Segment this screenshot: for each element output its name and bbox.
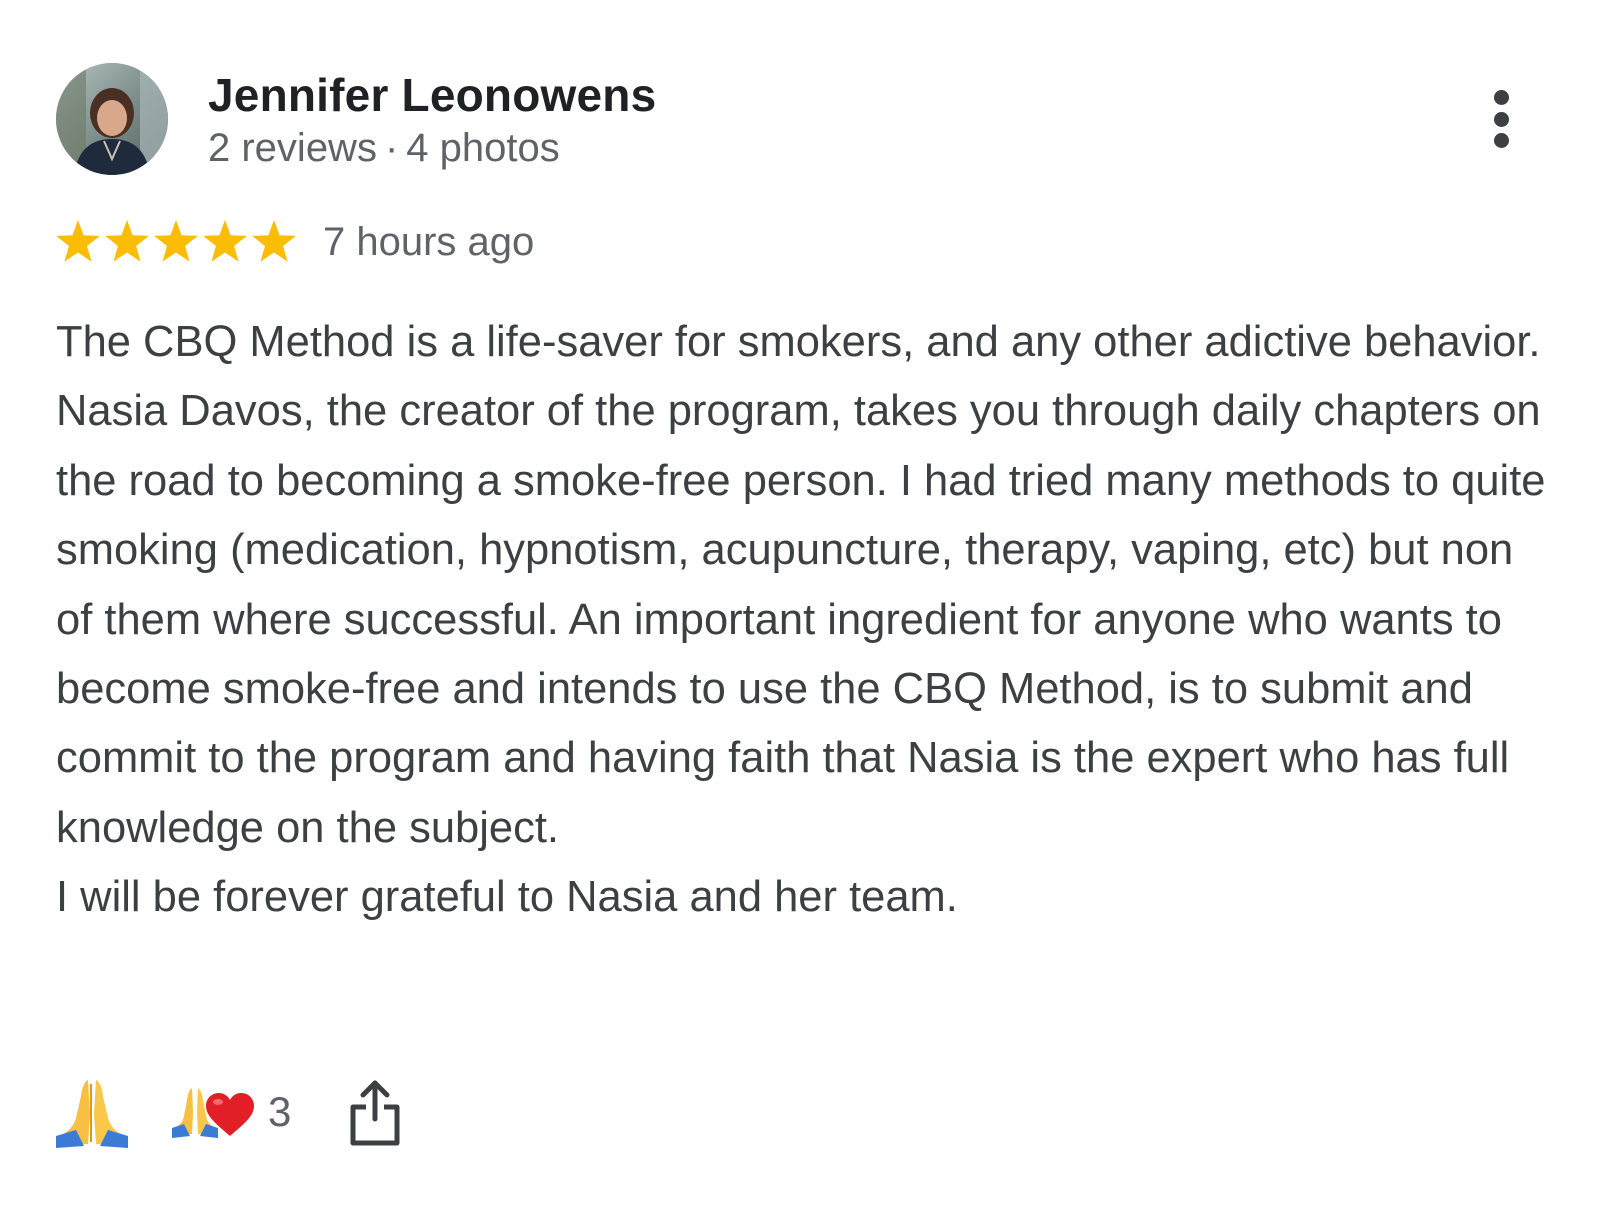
reactions-bar: 3 (54, 1072, 403, 1152)
star-icon (56, 220, 100, 262)
folded-hands-emoji-icon (56, 1080, 128, 1148)
more-vert-icon-dot (1493, 133, 1509, 148)
more-vert-icon-dot (1493, 111, 1509, 127)
reaction-count: 3 (268, 1088, 292, 1135)
author-meta: 2 reviews · 4 photos (208, 126, 560, 171)
share-icon (350, 1080, 400, 1146)
reaction-summary-icons (172, 1088, 254, 1138)
author-name[interactable]: Jennifer Leonowens (208, 68, 656, 122)
more-vert-icon (1493, 90, 1509, 105)
meta-separator: · (384, 126, 399, 170)
review-card: Jennifer Leonowens 2 reviews · 4 photos 7 … (0, 0, 1600, 1215)
photo-count: 4 photos (406, 126, 560, 170)
avatar[interactable] (56, 63, 168, 175)
review-text: The CBQ Method is a life-saver for smoke… (56, 318, 1546, 922)
star-icon (154, 220, 198, 262)
star-icon (105, 220, 149, 262)
star-icon (203, 220, 247, 262)
more-options-button[interactable] (1476, 82, 1526, 156)
reaction-summary[interactable]: 3 (172, 1084, 291, 1140)
review-count: 2 reviews (208, 126, 377, 170)
review-time: 7 hours ago (323, 219, 535, 264)
avatar-photo (56, 63, 168, 175)
star-icon (252, 220, 296, 262)
star-rating (54, 218, 299, 266)
rating-row: 7 hours ago (54, 214, 534, 270)
add-reaction-button[interactable] (54, 1074, 130, 1150)
share-button[interactable] (347, 1077, 403, 1147)
